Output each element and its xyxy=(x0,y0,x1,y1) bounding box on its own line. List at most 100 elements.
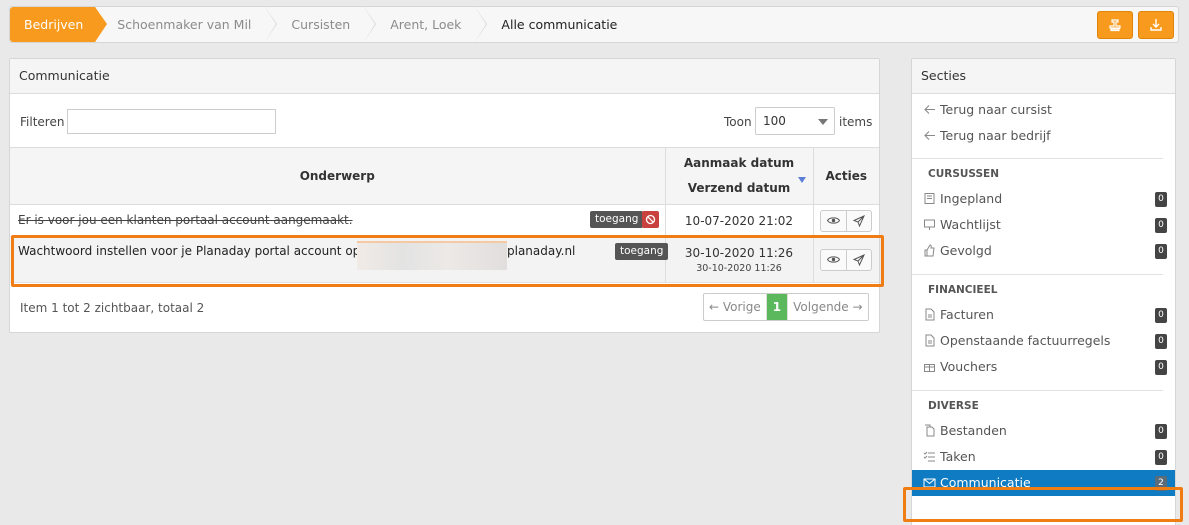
row-subject: Er is voor jou een klanten portaal accou… xyxy=(18,213,353,227)
tasks-icon xyxy=(923,451,935,462)
count-badge: 0 xyxy=(1155,244,1167,259)
back-to-student-link[interactable]: Terug naar cursist xyxy=(912,97,1175,123)
row-actions xyxy=(820,209,873,232)
breadcrumb-current: Alle communicatie xyxy=(501,17,618,32)
page-1-button[interactable]: 1 xyxy=(765,294,788,320)
column-dates[interactable]: Aanmaak datum Verzend datum xyxy=(664,147,813,205)
access-badge: toegang xyxy=(615,243,669,260)
sidebar-item-label: Communicatie xyxy=(940,475,1031,490)
panel-title: Communicatie xyxy=(10,59,879,94)
prev-page-button[interactable]: ← Vorige xyxy=(704,294,766,320)
count-badge: 0 xyxy=(1155,192,1167,207)
access-badge: toegang xyxy=(590,211,644,228)
sidebar-item-ingepland[interactable]: Ingepland 0 xyxy=(912,186,1175,212)
filter-row: Filteren Toon 100 items xyxy=(10,95,879,145)
download-button[interactable] xyxy=(1138,11,1174,39)
table-row: Er is voor jou een klanten portaal accou… xyxy=(10,204,879,237)
presentation-icon xyxy=(924,219,935,230)
communication-table: Onderwerp Aanmaak datum Verzend datum Ac… xyxy=(10,147,879,283)
sidebar-item-label: Taken xyxy=(940,449,976,464)
sidebar-item-openstaande-factuurregels[interactable]: Openstaande factuurregels 0 xyxy=(912,328,1175,354)
breadcrumb: Bedrijven Schoenmaker van Mil Cursisten … xyxy=(10,7,631,42)
paper-plane-icon xyxy=(853,253,866,266)
count-badge: 0 xyxy=(1155,334,1167,349)
view-button[interactable] xyxy=(821,250,846,270)
column-actions: Acties xyxy=(812,147,879,205)
sidebar-item-wachtlijst[interactable]: Wachtlijst 0 xyxy=(912,212,1175,238)
row-subject-suffix: planaday.nl xyxy=(507,244,576,258)
envelope-icon xyxy=(923,478,936,488)
count-badge: 0 xyxy=(1155,308,1167,323)
breadcrumb-company[interactable]: Schoenmaker van Mil xyxy=(95,7,278,42)
next-page-button[interactable]: Volgende → xyxy=(787,294,867,320)
row-sent: 30-10-2020 11:26 xyxy=(696,262,782,274)
view-button[interactable] xyxy=(821,211,846,231)
count-badge: 0 xyxy=(1155,450,1167,465)
filter-label: Filteren xyxy=(20,115,65,129)
show-label: Toon xyxy=(724,115,752,129)
column-created[interactable]: Aanmaak datum xyxy=(666,151,813,176)
sidebar-item-label: Gevolgd xyxy=(940,243,992,258)
sections-list: Terug naar cursist Terug naar bedrijf CU… xyxy=(912,97,1175,496)
date-cell: 10-07-2020 21:02 xyxy=(664,204,813,237)
group-heading-diverse: DIVERSE xyxy=(912,390,1163,418)
sidebar-item-communicatie[interactable]: Communicatie 2 xyxy=(912,470,1175,496)
count-badge: 0 xyxy=(1155,360,1167,375)
redacted-url xyxy=(357,241,507,270)
table-row: Wachtwoord instellen voor je Planaday po… xyxy=(10,236,879,283)
row-subject: Wachtwoord instellen voor je Planaday po… xyxy=(18,244,372,258)
subject-cell: Er is voor jou een klanten portaal accou… xyxy=(10,204,665,237)
count-badge: 0 xyxy=(1155,218,1167,233)
sidebar-item-vouchers[interactable]: Vouchers 0 xyxy=(912,354,1175,380)
sidebar-item-bestanden[interactable]: Bestanden 0 xyxy=(912,418,1175,444)
stamp-icon xyxy=(1109,19,1121,32)
subject-cell: Wachtwoord instellen voor je Planaday po… xyxy=(10,236,669,283)
arrow-left-icon xyxy=(924,131,935,140)
file-icon xyxy=(925,334,935,347)
breadcrumb-student[interactable]: Arent, Loek xyxy=(364,7,488,42)
sidebar-item-label: Openstaande factuurregels xyxy=(940,333,1111,348)
page-size-select[interactable]: 100 xyxy=(755,107,835,135)
send-button[interactable] xyxy=(846,210,871,231)
eye-icon xyxy=(827,256,841,263)
gift-icon xyxy=(924,364,935,372)
communication-panel: Communicatie Filteren Toon 100 items Ond… xyxy=(9,58,880,333)
back-to-company-link[interactable]: Terug naar bedrijf xyxy=(912,123,1175,149)
sidebar-item-facturen[interactable]: Facturen 0 xyxy=(912,302,1175,328)
pagination: ← Vorige 1 Volgende → xyxy=(703,293,869,321)
filter-input[interactable] xyxy=(67,109,276,134)
arrow-left-icon xyxy=(924,105,935,114)
file-icon xyxy=(925,308,935,321)
breadcrumb-bedrijven[interactable]: Bedrijven xyxy=(10,7,108,42)
sidebar-item-taken[interactable]: Taken 0 xyxy=(912,444,1175,470)
back-to-student-label: Terug naar cursist xyxy=(940,102,1052,117)
sections-panel: Secties Terug naar cursist Terug naar be… xyxy=(911,58,1176,525)
eye-icon xyxy=(827,217,841,224)
count-badge: 0 xyxy=(1155,424,1167,439)
row-actions xyxy=(820,248,873,271)
pagination-summary: Item 1 tot 2 zichtbaar, totaal 2 xyxy=(20,301,205,315)
breadcrumb-cursisten[interactable]: Cursisten xyxy=(265,7,377,42)
column-sent[interactable]: Verzend datum xyxy=(666,176,813,201)
paper-plane-icon xyxy=(853,214,866,227)
page-size-value: 100 xyxy=(763,114,786,128)
stamp-button[interactable] xyxy=(1097,11,1133,39)
row-created: 30-10-2020 11:26 xyxy=(684,245,794,260)
sidebar-item-gevolgd[interactable]: Gevolgd 0 xyxy=(912,238,1175,264)
breadcrumb-bar: Bedrijven Schoenmaker van Mil Cursisten … xyxy=(9,6,1179,43)
files-icon xyxy=(925,424,935,437)
column-subject[interactable]: Onderwerp xyxy=(10,147,665,205)
sidebar-item-label: Wachtlijst xyxy=(940,217,1001,232)
blocked-icon xyxy=(642,211,659,228)
sidebar-item-label: Ingepland xyxy=(940,191,1003,206)
back-to-company-label: Terug naar bedrijf xyxy=(940,128,1051,143)
sidebar-item-label: Bestanden xyxy=(940,423,1007,438)
items-label: items xyxy=(839,115,873,129)
count-badge: 2 xyxy=(1155,476,1167,491)
sections-title: Secties xyxy=(912,59,1175,94)
actions-cell xyxy=(812,236,879,283)
send-button[interactable] xyxy=(846,249,871,270)
date-cell: 30-10-2020 11:26 30-10-2020 11:26 xyxy=(664,236,813,283)
row-created: 10-07-2020 21:02 xyxy=(684,213,794,228)
thumbs-up-icon xyxy=(924,244,935,257)
